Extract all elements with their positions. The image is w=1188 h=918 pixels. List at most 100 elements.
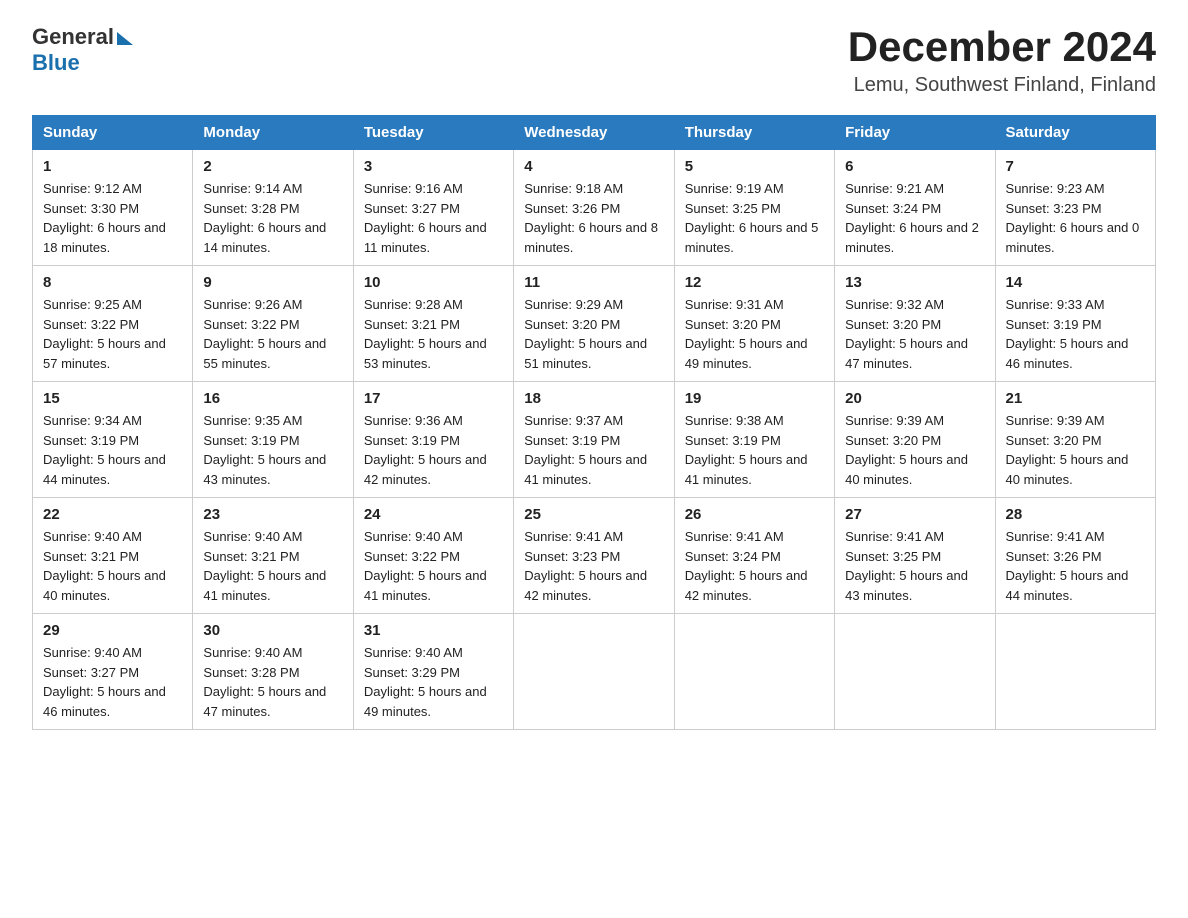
day-info: Sunrise: 9:40 AMSunset: 3:27 PMDaylight:… [43,643,182,721]
weekday-header-sunday: Sunday [33,116,193,150]
calendar-day-cell: 11Sunrise: 9:29 AMSunset: 3:20 PMDayligh… [514,266,674,382]
day-info: Sunrise: 9:14 AMSunset: 3:28 PMDaylight:… [203,179,342,257]
day-info: Sunrise: 9:25 AMSunset: 3:22 PMDaylight:… [43,295,182,373]
day-info: Sunrise: 9:40 AMSunset: 3:28 PMDaylight:… [203,643,342,721]
calendar-day-cell: 10 Sunrise: 9:28 AMSunset: 3:21 PMDayligh… [353,266,513,382]
weekday-header-monday: Monday [193,116,353,150]
header-title-block: December 2024 Lemu, Southwest Finland, F… [848,24,1156,97]
day-info: Sunrise: 9:41 AMSunset: 3:26 PMDaylight:… [1006,527,1145,605]
day-info: Sunrise: 9:32 AMSunset: 3:20 PMDaylight:… [845,295,984,373]
day-number: 28 [1006,506,1145,523]
day-number: 17 [364,390,503,407]
calendar-day-cell: 13 Sunrise: 9:32 AMSunset: 3:20 PMDayligh… [835,266,995,382]
calendar-week-row: 15 Sunrise: 9:34 AMSunset: 3:19 PMDayligh… [33,382,1156,498]
calendar-day-cell: 8 Sunrise: 9:25 AMSunset: 3:22 PMDaylight… [33,266,193,382]
calendar-week-row: 22 Sunrise: 9:40 AMSunset: 3:21 PMDayligh… [33,498,1156,614]
empty-day-cell [674,614,834,730]
calendar-day-cell: 30Sunrise: 9:40 AMSunset: 3:28 PMDayligh… [193,614,353,730]
logo-blue-text: Blue [32,50,80,76]
weekday-header-friday: Friday [835,116,995,150]
day-number: 24 [364,506,503,523]
calendar-header-row: SundayMondayTuesdayWednesdayThursdayFrid… [33,116,1156,150]
day-info: Sunrise: 9:38 AMSunset: 3:19 PMDaylight:… [685,411,824,489]
day-info: Sunrise: 9:39 AMSunset: 3:20 PMDaylight:… [1006,411,1145,489]
day-number: 9 [203,274,342,291]
day-number: 3 [364,158,503,175]
calendar-day-cell: 7 Sunrise: 9:23 AMSunset: 3:23 PMDaylight… [995,150,1155,266]
day-number: 10 [364,274,503,291]
day-info: Sunrise: 9:12 AMSunset: 3:30 PMDaylight:… [43,179,182,257]
day-info: Sunrise: 9:41 AMSunset: 3:23 PMDaylight:… [524,527,663,605]
logo-general-text: General [32,24,114,50]
day-info: Sunrise: 9:36 AMSunset: 3:19 PMDaylight:… [364,411,503,489]
calendar-week-row: 8 Sunrise: 9:25 AMSunset: 3:22 PMDaylight… [33,266,1156,382]
weekday-header-tuesday: Tuesday [353,116,513,150]
day-number: 26 [685,506,824,523]
calendar-day-cell: 27 Sunrise: 9:41 AMSunset: 3:25 PMDayligh… [835,498,995,614]
calendar-day-cell: 14 Sunrise: 9:33 AMSunset: 3:19 PMDayligh… [995,266,1155,382]
day-number: 15 [43,390,182,407]
day-number: 8 [43,274,182,291]
day-number: 12 [685,274,824,291]
calendar-day-cell: 4 Sunrise: 9:18 AMSunset: 3:26 PMDaylight… [514,150,674,266]
day-info: Sunrise: 9:18 AMSunset: 3:26 PMDaylight:… [524,179,663,257]
calendar-table: SundayMondayTuesdayWednesdayThursdayFrid… [32,115,1156,730]
day-number: 18 [524,390,663,407]
calendar-day-cell: 26 Sunrise: 9:41 AMSunset: 3:24 PMDayligh… [674,498,834,614]
day-number: 31 [364,622,503,639]
day-info: Sunrise: 9:26 AMSunset: 3:22 PMDaylight:… [203,295,342,373]
day-number: 1 [43,158,182,175]
empty-day-cell [835,614,995,730]
day-info: Sunrise: 9:16 AMSunset: 3:27 PMDaylight:… [364,179,503,257]
logo-triangle-icon [117,32,133,45]
calendar-day-cell: 21 Sunrise: 9:39 AMSunset: 3:20 PMDayligh… [995,382,1155,498]
calendar-day-cell: 20 Sunrise: 9:39 AMSunset: 3:20 PMDayligh… [835,382,995,498]
calendar-day-cell: 28 Sunrise: 9:41 AMSunset: 3:26 PMDayligh… [995,498,1155,614]
day-number: 25 [524,506,663,523]
day-info: Sunrise: 9:40 AMSunset: 3:21 PMDaylight:… [203,527,342,605]
day-number: 4 [524,158,663,175]
weekday-header-saturday: Saturday [995,116,1155,150]
day-number: 14 [1006,274,1145,291]
calendar-day-cell: 12 Sunrise: 9:31 AMSunset: 3:20 PMDayligh… [674,266,834,382]
day-info: Sunrise: 9:28 AMSunset: 3:21 PMDaylight:… [364,295,503,373]
day-number: 29 [43,622,182,639]
day-info: Sunrise: 9:41 AMSunset: 3:25 PMDaylight:… [845,527,984,605]
day-number: 21 [1006,390,1145,407]
day-info: Sunrise: 9:40 AMSunset: 3:21 PMDaylight:… [43,527,182,605]
day-number: 27 [845,506,984,523]
day-info: Sunrise: 9:23 AMSunset: 3:23 PMDaylight:… [1006,179,1145,257]
day-info: Sunrise: 9:31 AMSunset: 3:20 PMDaylight:… [685,295,824,373]
day-number: 22 [43,506,182,523]
calendar-day-cell: 24Sunrise: 9:40 AMSunset: 3:22 PMDayligh… [353,498,513,614]
day-info: Sunrise: 9:21 AMSunset: 3:24 PMDaylight:… [845,179,984,257]
calendar-day-cell: 17 Sunrise: 9:36 AMSunset: 3:19 PMDayligh… [353,382,513,498]
calendar-week-row: 1 Sunrise: 9:12 AMSunset: 3:30 PMDaylight… [33,150,1156,266]
day-info: Sunrise: 9:33 AMSunset: 3:19 PMDaylight:… [1006,295,1145,373]
day-number: 5 [685,158,824,175]
day-number: 13 [845,274,984,291]
day-info: Sunrise: 9:39 AMSunset: 3:20 PMDaylight:… [845,411,984,489]
empty-day-cell [514,614,674,730]
day-info: Sunrise: 9:37 AMSunset: 3:19 PMDaylight:… [524,411,663,489]
day-info: Sunrise: 9:35 AMSunset: 3:19 PMDaylight:… [203,411,342,489]
calendar-day-cell: 25 Sunrise: 9:41 AMSunset: 3:23 PMDayligh… [514,498,674,614]
calendar-day-cell: 22 Sunrise: 9:40 AMSunset: 3:21 PMDayligh… [33,498,193,614]
day-info: Sunrise: 9:41 AMSunset: 3:24 PMDaylight:… [685,527,824,605]
calendar-day-cell: 31Sunrise: 9:40 AMSunset: 3:29 PMDayligh… [353,614,513,730]
weekday-header-wednesday: Wednesday [514,116,674,150]
calendar-day-cell: 19Sunrise: 9:38 AMSunset: 3:19 PMDayligh… [674,382,834,498]
day-info: Sunrise: 9:34 AMSunset: 3:19 PMDaylight:… [43,411,182,489]
page-header: General Blue December 2024 Lemu, Southwe… [32,24,1156,97]
day-number: 7 [1006,158,1145,175]
calendar-day-cell: 16 Sunrise: 9:35 AMSunset: 3:19 PMDayligh… [193,382,353,498]
location-title: Lemu, Southwest Finland, Finland [848,74,1156,97]
calendar-day-cell: 15 Sunrise: 9:34 AMSunset: 3:19 PMDayligh… [33,382,193,498]
calendar-day-cell: 2Sunrise: 9:14 AMSunset: 3:28 PMDaylight… [193,150,353,266]
day-number: 6 [845,158,984,175]
calendar-day-cell: 6 Sunrise: 9:21 AMSunset: 3:24 PMDaylight… [835,150,995,266]
day-number: 16 [203,390,342,407]
day-number: 20 [845,390,984,407]
calendar-day-cell: 29 Sunrise: 9:40 AMSunset: 3:27 PMDayligh… [33,614,193,730]
calendar-day-cell: 23Sunrise: 9:40 AMSunset: 3:21 PMDayligh… [193,498,353,614]
